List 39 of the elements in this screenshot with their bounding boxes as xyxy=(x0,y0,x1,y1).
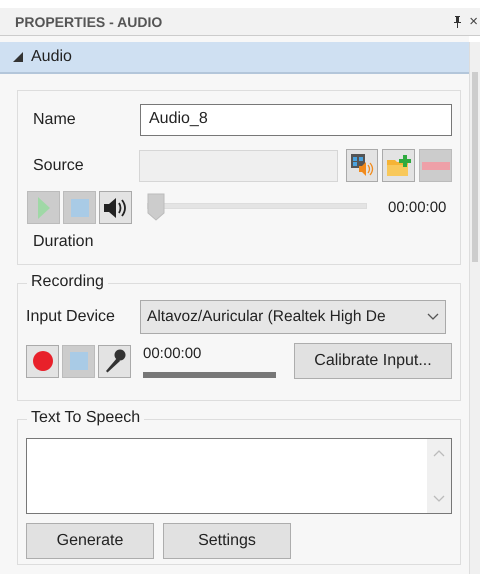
media-button[interactable] xyxy=(346,149,378,182)
play-icon xyxy=(36,196,50,218)
film-speaker-icon xyxy=(350,152,374,178)
duration-label: Duration xyxy=(33,233,94,251)
record-icon xyxy=(32,350,54,372)
collapse-icon xyxy=(13,52,23,62)
section-label: Audio xyxy=(31,48,72,66)
pin-icon[interactable] xyxy=(453,16,462,28)
name-field[interactable]: Audio_8 xyxy=(140,104,452,136)
source-label: Source xyxy=(33,156,85,174)
folder-plus-icon xyxy=(386,154,412,178)
slider-thumb[interactable] xyxy=(147,192,165,220)
stop-icon xyxy=(70,352,88,370)
record-button[interactable] xyxy=(26,344,59,378)
volume-button[interactable] xyxy=(99,191,132,224)
chevron-down-icon xyxy=(427,313,439,321)
chevron-up-icon[interactable] xyxy=(433,449,445,457)
name-label: Name xyxy=(33,111,77,129)
text-scrollbar[interactable] xyxy=(427,439,451,513)
close-button[interactable]: × xyxy=(469,14,478,29)
panel-title: PROPERTIES - AUDIO xyxy=(15,14,164,30)
settings-button[interactable]: Settings xyxy=(163,523,291,559)
section-header[interactable]: Audio xyxy=(0,42,469,74)
scrollbar[interactable] xyxy=(469,42,480,574)
calibrate-input-button[interactable]: Calibrate Input... xyxy=(294,343,452,379)
input-device-label: Input Device xyxy=(26,308,116,326)
recording-time: 00:00:00 xyxy=(143,344,202,362)
generate-button[interactable]: Generate xyxy=(26,523,154,559)
stop-icon xyxy=(70,198,88,216)
speech-text-area[interactable] xyxy=(26,438,452,514)
recording-legend: Recording xyxy=(27,273,108,291)
microphone-button[interactable] xyxy=(98,344,131,378)
chevron-down-icon[interactable] xyxy=(433,495,445,503)
playback-time: 00:00:00 xyxy=(388,199,446,216)
input-device-dropdown[interactable]: Altavoz/Auricular (Realtek High De xyxy=(140,300,446,334)
text-to-speech-legend: Text To Speech xyxy=(27,409,144,427)
speaker-icon xyxy=(102,196,128,220)
minus-icon xyxy=(422,162,450,170)
position-slider[interactable] xyxy=(147,192,367,222)
